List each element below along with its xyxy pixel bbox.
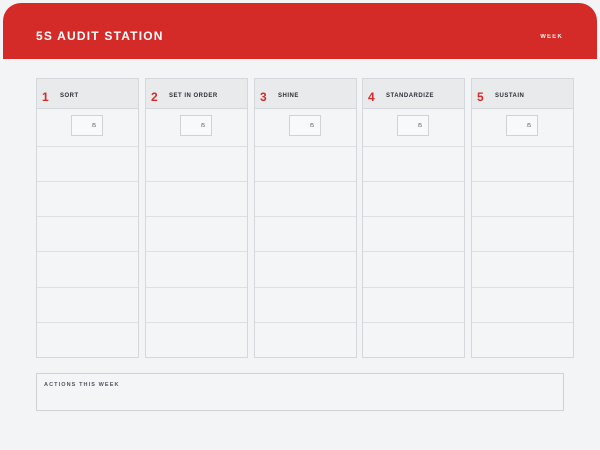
column-header: 1 SORT — [37, 79, 138, 109]
column-set-in-order: 2 SET IN ORDER /5 — [145, 78, 248, 358]
row-divider — [146, 251, 247, 252]
row-divider — [255, 216, 356, 217]
column-title: SHINE — [278, 93, 299, 99]
row-divider — [363, 287, 464, 288]
row-divider — [472, 322, 573, 323]
score-max-label: /5 — [526, 123, 531, 129]
column-header: 4 STANDARDIZE — [363, 79, 464, 109]
column-number: 5 — [477, 90, 484, 104]
row-divider — [472, 251, 573, 252]
row-divider — [255, 181, 356, 182]
actions-this-week-field[interactable]: ACTIONS THIS WEEK — [36, 373, 564, 411]
row-divider — [472, 216, 573, 217]
column-title: STANDARDIZE — [386, 93, 435, 99]
score-input-shine[interactable]: /5 — [289, 115, 321, 136]
row-divider — [363, 251, 464, 252]
score-input-standardize[interactable]: /5 — [397, 115, 429, 136]
row-divider — [146, 322, 247, 323]
row-divider — [37, 251, 138, 252]
column-header: 3 SHINE — [255, 79, 356, 109]
page-title: 5S AUDIT STATION — [36, 29, 164, 43]
row-divider — [146, 146, 247, 147]
column-number: 2 — [151, 90, 158, 104]
score-input-sustain[interactable]: /5 — [506, 115, 538, 136]
row-divider — [146, 287, 247, 288]
column-title: SUSTAIN — [495, 93, 525, 99]
column-header: 2 SET IN ORDER — [146, 79, 247, 109]
row-divider — [37, 146, 138, 147]
row-divider — [363, 181, 464, 182]
row-divider — [37, 287, 138, 288]
week-label: WEEK — [540, 34, 563, 40]
column-number: 3 — [260, 90, 267, 104]
score-input-set-in-order[interactable]: /5 — [180, 115, 212, 136]
row-divider — [472, 146, 573, 147]
row-divider — [472, 181, 573, 182]
score-max-label: /5 — [200, 123, 205, 129]
column-number: 1 — [42, 90, 49, 104]
row-divider — [37, 181, 138, 182]
row-divider — [255, 322, 356, 323]
row-divider — [472, 287, 573, 288]
column-header: 5 SUSTAIN — [472, 79, 573, 109]
score-max-label: /5 — [309, 123, 314, 129]
row-divider — [37, 216, 138, 217]
row-divider — [255, 287, 356, 288]
actions-label: ACTIONS THIS WEEK — [44, 382, 120, 388]
header-banner: 5S AUDIT STATION WEEK — [3, 3, 597, 59]
column-title: SORT — [60, 93, 79, 99]
row-divider — [363, 146, 464, 147]
row-divider — [363, 322, 464, 323]
row-divider — [255, 146, 356, 147]
row-divider — [146, 216, 247, 217]
row-divider — [37, 322, 138, 323]
column-title: SET IN ORDER — [169, 93, 218, 99]
row-divider — [146, 181, 247, 182]
column-standardize: 4 STANDARDIZE /5 — [362, 78, 465, 358]
row-divider — [255, 251, 356, 252]
column-sustain: 5 SUSTAIN /5 — [471, 78, 574, 358]
score-max-label: /5 — [91, 123, 96, 129]
score-max-label: /5 — [417, 123, 422, 129]
column-shine: 3 SHINE /5 — [254, 78, 357, 358]
column-number: 4 — [368, 90, 375, 104]
score-input-sort[interactable]: /5 — [71, 115, 103, 136]
column-sort: 1 SORT /5 — [36, 78, 139, 358]
row-divider — [363, 216, 464, 217]
